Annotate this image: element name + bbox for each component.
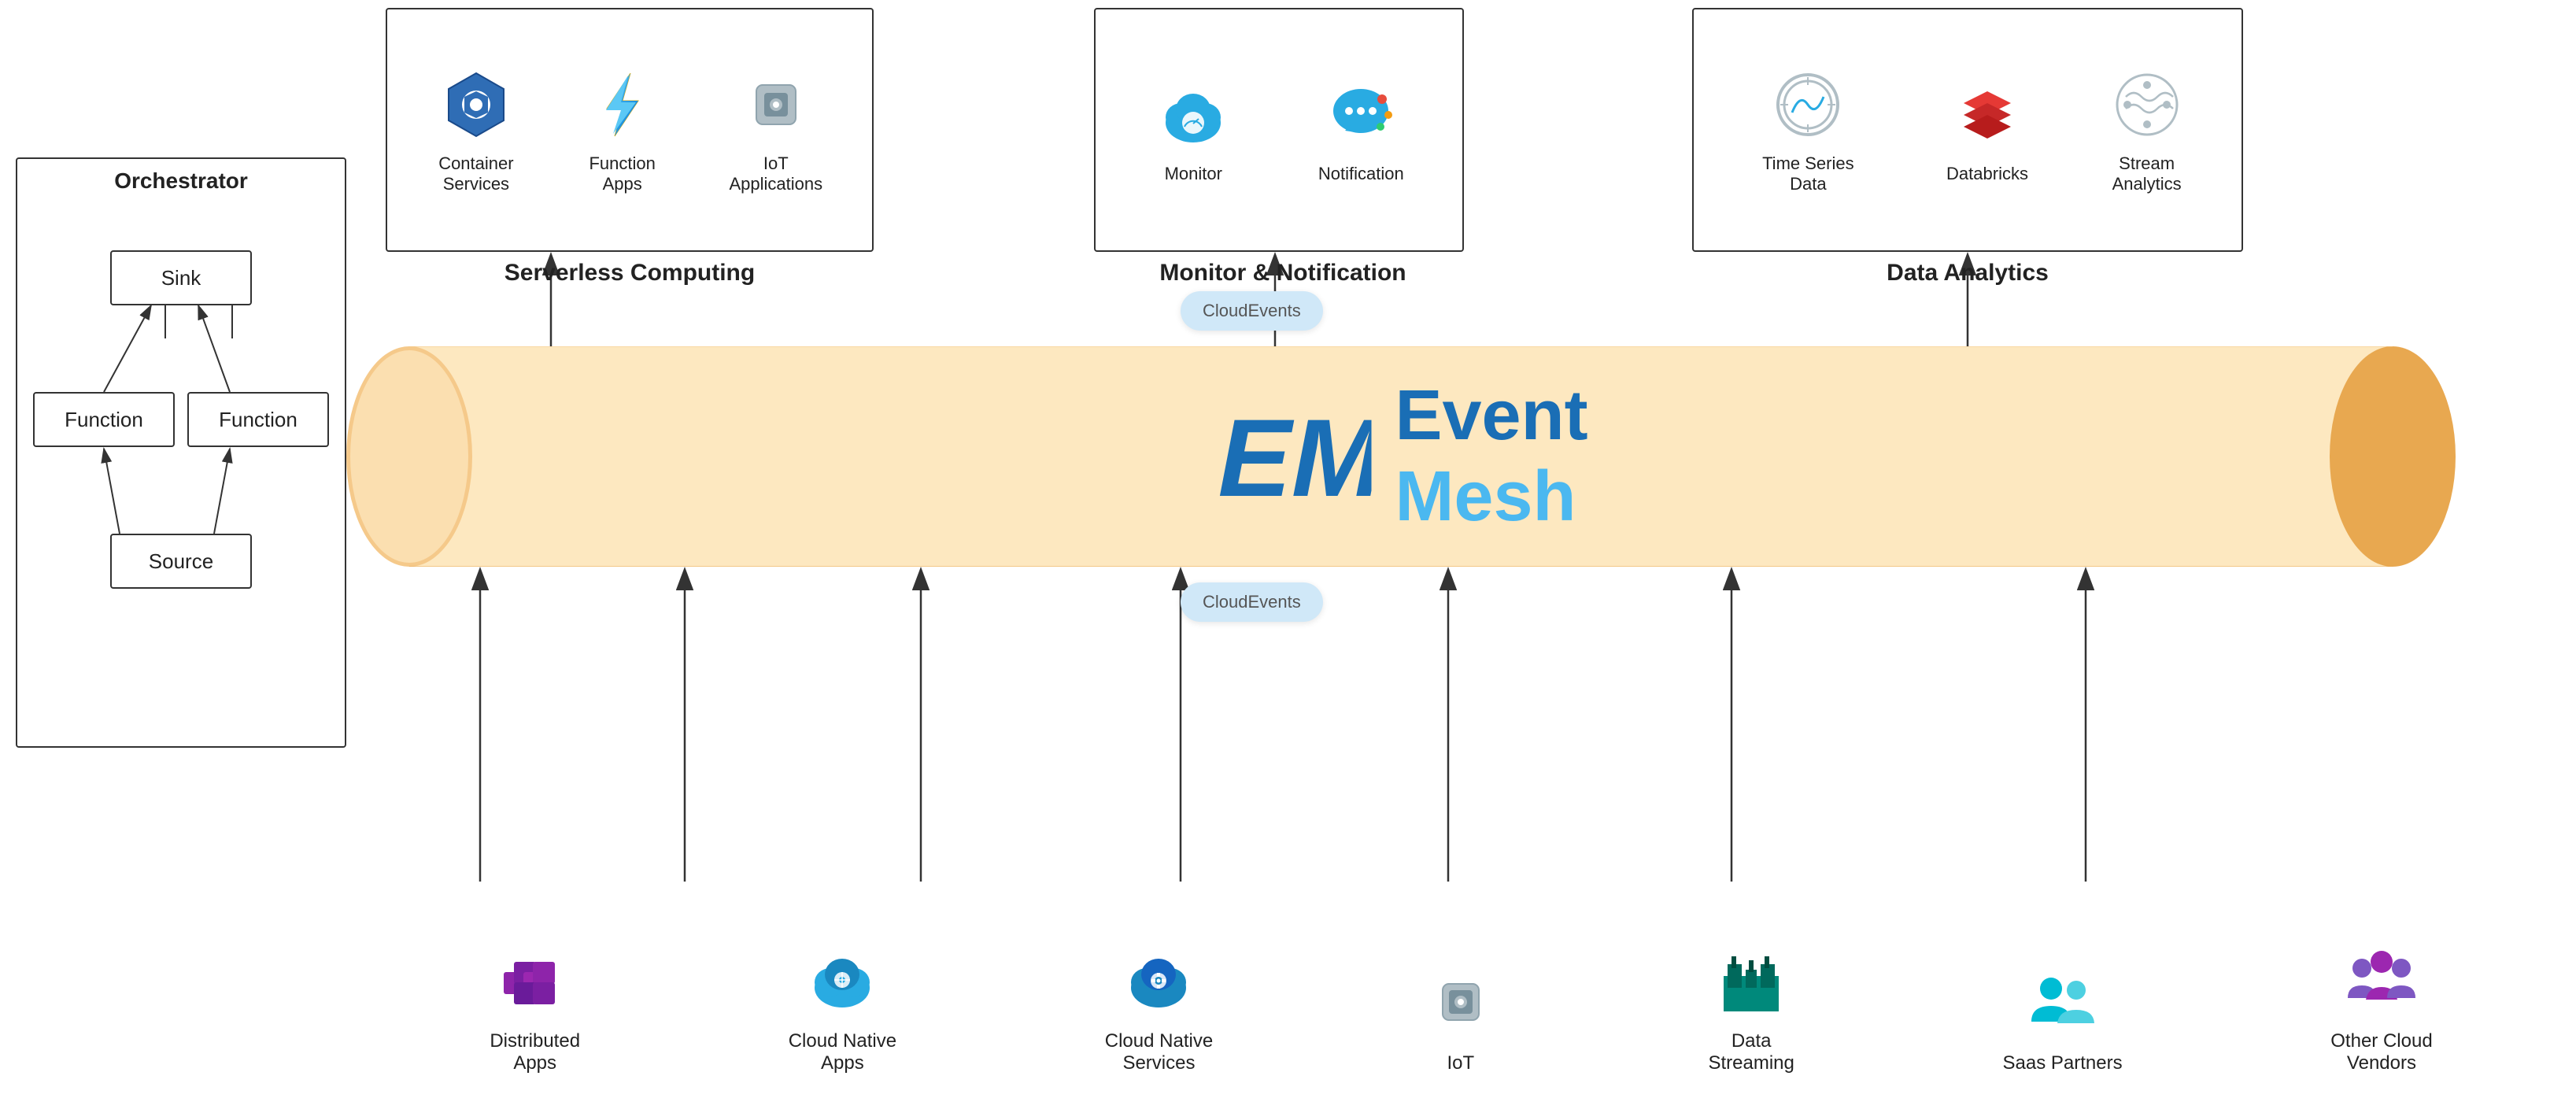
saas-partners-item: Saas Partners bbox=[2003, 963, 2123, 1074]
orchestrator-box: Orchestrator Sink Function Function Sour… bbox=[16, 157, 346, 748]
cloud-native-services-icon bbox=[1119, 941, 1198, 1019]
time-series-item: Time Series Data bbox=[1749, 65, 1867, 194]
function-apps-label: FunctionApps bbox=[589, 153, 655, 194]
monitor-item: Monitor bbox=[1154, 76, 1233, 184]
other-cloud-vendors-icon bbox=[2342, 941, 2421, 1019]
source-node: Source bbox=[110, 534, 252, 589]
cloudevents-bubble-bottom: CloudEvents bbox=[1181, 582, 1323, 622]
cloud-native-apps-item: Cloud NativeApps bbox=[789, 941, 896, 1074]
notification-label: Notification bbox=[1318, 164, 1404, 184]
diagram-container: Orchestrator Sink Function Function Sour… bbox=[0, 0, 2576, 1098]
notification-icon bbox=[1321, 76, 1400, 154]
iot-applications-label: IoTApplications bbox=[729, 153, 822, 194]
databricks-label: Databricks bbox=[1946, 164, 2028, 184]
function1-node: Function bbox=[33, 392, 175, 447]
iot-item: IoT bbox=[1421, 963, 1500, 1074]
cloud-native-services-label: Cloud NativeServices bbox=[1105, 1030, 1213, 1074]
orchestrator-title: Orchestrator bbox=[17, 159, 345, 203]
cloud-native-services-item: Cloud NativeServices bbox=[1105, 941, 1213, 1074]
stream-analytics-label: StreamAnalytics bbox=[2112, 153, 2182, 194]
analytics-section-box: Time Series Data Databricks bbox=[1692, 8, 2243, 252]
iot-applications-icon bbox=[737, 65, 815, 144]
monitor-icon bbox=[1154, 76, 1233, 154]
iot-label: IoT bbox=[1447, 1052, 1474, 1074]
other-cloud-vendors-item: Other CloudVendors bbox=[2330, 941, 2432, 1074]
other-cloud-vendors-label: Other CloudVendors bbox=[2330, 1030, 2432, 1074]
saas-partners-icon bbox=[2023, 963, 2102, 1041]
serverless-section-box: ContainerServices Functio bbox=[386, 8, 874, 252]
container-services-icon bbox=[437, 65, 516, 144]
data-streaming-icon bbox=[1712, 941, 1791, 1019]
stream-analytics-item: StreamAnalytics bbox=[2108, 65, 2186, 194]
mesh-text: Mesh bbox=[1395, 457, 1587, 538]
distributed-apps-item: DistributedApps bbox=[490, 941, 580, 1074]
serverless-label: Serverless Computing bbox=[386, 260, 874, 287]
data-streaming-label: DataStreaming bbox=[1708, 1030, 1794, 1074]
sink-node: Sink bbox=[110, 250, 252, 305]
orchestrator-inner: Sink Function Function Source bbox=[17, 203, 345, 743]
notification-item: Notification bbox=[1318, 76, 1404, 184]
event-text: Event bbox=[1395, 375, 1587, 457]
monitor-label: Monitor bbox=[1165, 164, 1222, 184]
iot-applications-item: IoTApplications bbox=[729, 65, 822, 194]
distributed-apps-icon bbox=[496, 941, 575, 1019]
svg-text:EM: EM bbox=[1218, 396, 1371, 519]
cloud-native-apps-label: Cloud NativeApps bbox=[789, 1030, 896, 1074]
container-services-item: ContainerServices bbox=[437, 65, 516, 194]
data-streaming-item: DataStreaming bbox=[1708, 941, 1794, 1074]
monitor-label-section: Monitor & Notification bbox=[1063, 260, 1503, 287]
cloud-native-apps-icon bbox=[803, 941, 881, 1019]
function-apps-icon bbox=[583, 65, 662, 144]
databricks-icon bbox=[1948, 76, 2027, 154]
distributed-apps-label: DistributedApps bbox=[490, 1030, 580, 1074]
saas-partners-label: Saas Partners bbox=[2003, 1052, 2123, 1074]
time-series-icon bbox=[1768, 65, 1847, 144]
cloudevents-bubble-top: CloudEvents bbox=[1181, 291, 1323, 331]
function2-node: Function bbox=[187, 392, 329, 447]
bottom-items-row: DistributedApps Cloud NativeApps bbox=[386, 941, 2537, 1074]
stream-analytics-icon bbox=[2108, 65, 2186, 144]
databricks-item: Databricks bbox=[1946, 76, 2028, 184]
em-logo-icon: EM bbox=[1214, 394, 1371, 519]
time-series-label: Time Series Data bbox=[1749, 153, 1867, 194]
container-services-label: ContainerServices bbox=[438, 153, 513, 194]
monitor-section-box: Monitor Notification bbox=[1094, 8, 1464, 252]
analytics-label-section: Data Analytics bbox=[1669, 260, 2267, 287]
function-apps-item: FunctionApps bbox=[583, 65, 662, 194]
iot-icon bbox=[1421, 963, 1500, 1041]
eventmesh-cylinder: EM Event Mesh bbox=[346, 346, 2456, 567]
